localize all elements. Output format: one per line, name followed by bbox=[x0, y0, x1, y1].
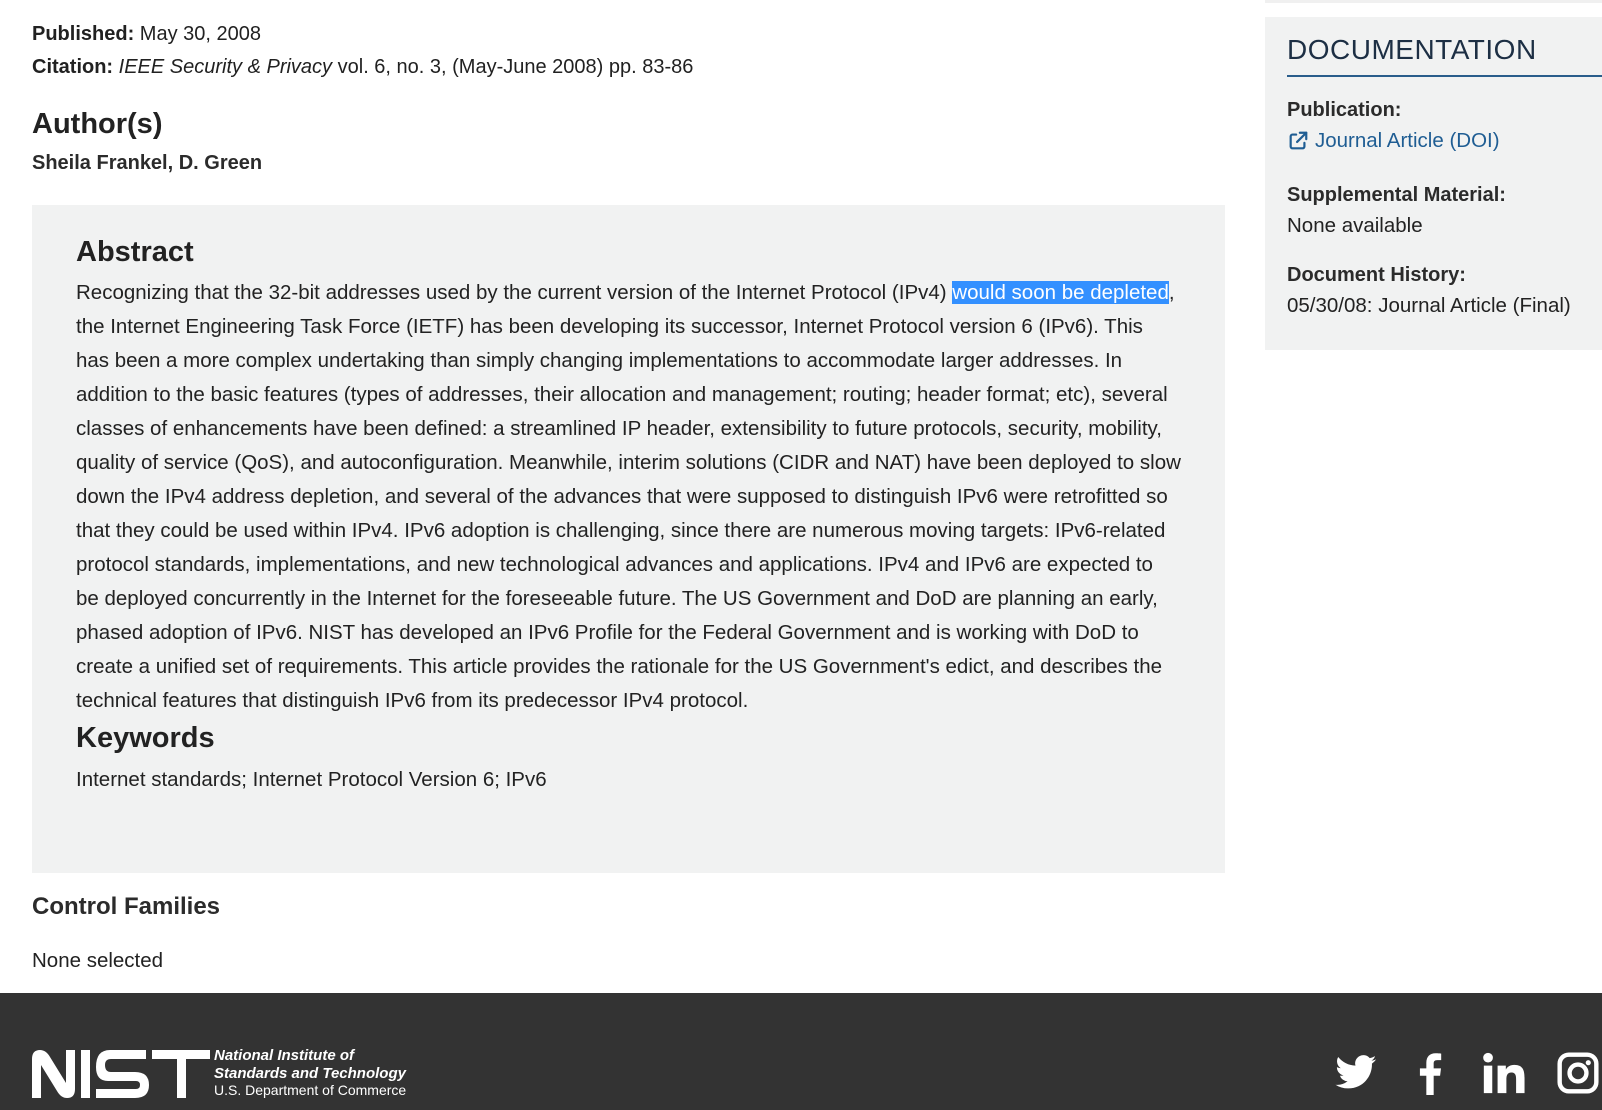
abstract-panel: Abstract Recognizing that the 32-bit add… bbox=[32, 205, 1225, 873]
sidebar-top-divider bbox=[1265, 0, 1602, 3]
published-line: Published: May 30, 2008 bbox=[32, 17, 261, 51]
keywords-text: Internet standards; Internet Protocol Ve… bbox=[76, 768, 547, 791]
logo-line-2: Standards and Technology bbox=[214, 1065, 407, 1082]
instagram-icon[interactable] bbox=[1556, 1051, 1600, 1095]
abstract-text[interactable]: Recognizing that the 32-bit addresses us… bbox=[76, 276, 1181, 718]
supplemental-material-value: None available bbox=[1287, 214, 1423, 237]
publication-label: Publication: bbox=[1287, 99, 1402, 121]
linkedin-icon[interactable] bbox=[1482, 1051, 1526, 1095]
journal-article-doi-link[interactable]: Journal Article (DOI) bbox=[1287, 125, 1500, 157]
abstract-heading: Abstract bbox=[76, 236, 194, 268]
document-history-label: Document History: bbox=[1287, 264, 1466, 286]
abstract-text-start: Recognizing that the 32-bit addresses us… bbox=[76, 281, 953, 304]
logo-line-3: U.S. Department of Commerce bbox=[214, 1082, 406, 1098]
document-history-value: 05/30/08: Journal Article (Final) bbox=[1287, 294, 1571, 317]
facebook-icon[interactable] bbox=[1408, 1051, 1452, 1095]
supplemental-material-label: Supplemental Material: bbox=[1287, 184, 1506, 206]
authors-heading: Author(s) bbox=[32, 108, 163, 140]
published-label: Published: bbox=[32, 23, 135, 45]
publication-value: Journal Article (DOI) bbox=[1287, 125, 1602, 162]
control-families-value: None selected bbox=[32, 949, 164, 972]
journal-article-doi-label: Journal Article (DOI) bbox=[1315, 129, 1500, 152]
control-families-heading: Control Families bbox=[32, 893, 221, 920]
logo-line-1: National Institute of bbox=[214, 1047, 356, 1064]
citation-line: Citation: IEEE Security & Privacy vol. 6… bbox=[32, 50, 693, 84]
keywords-heading: Keywords bbox=[76, 722, 215, 754]
author-names: Sheila Frankel, D. Green bbox=[32, 152, 263, 174]
published-value: May 30, 2008 bbox=[139, 23, 261, 45]
citation-label: Citation: bbox=[32, 56, 114, 78]
citation-details: vol. 6, no. 3, (May-June 2008) pp. 83-86 bbox=[337, 56, 694, 78]
abstract-text-rest: , the Internet Engineering Task Force (I… bbox=[76, 281, 1181, 712]
nist-logo[interactable]: National Institute of Standards and Tech… bbox=[32, 1045, 422, 1105]
site-footer: National Institute of Standards and Tech… bbox=[0, 993, 1602, 1110]
citation-journal: IEEE Security & Privacy bbox=[118, 56, 333, 78]
external-link-icon bbox=[1289, 131, 1308, 150]
documentation-heading: DOCUMENTATION bbox=[1287, 31, 1602, 77]
selected-text[interactable]: would soon be depleted bbox=[952, 281, 1169, 304]
documentation-sidebar: DOCUMENTATION Publication: Journal Artic… bbox=[1265, 17, 1602, 350]
twitter-icon[interactable] bbox=[1334, 1051, 1378, 1095]
